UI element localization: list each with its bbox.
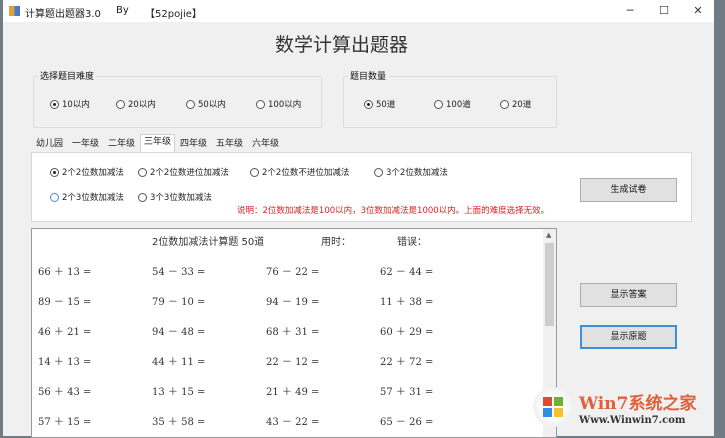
radio-label: 20以内: [128, 100, 156, 110]
count-label: 题目数量: [348, 69, 389, 82]
maximize-button[interactable]: ☐: [649, 2, 679, 20]
tab-grade[interactable]: 五年级: [213, 137, 246, 152]
problem-sheet[interactable]: 2位数加减法计算题 50道 用时： 错误： 66 ＋ 13 = 54 － 33 =…: [31, 228, 557, 438]
radio-label: 2个2位数不进位加减法: [262, 168, 350, 178]
title-bar: 计算题出题器3.0 By 【52pojie】 ─ ☐ ✕: [3, 0, 714, 22]
errors-label: 错误：: [397, 237, 427, 248]
problem-type-option[interactable]: 2个2位数进位加减法: [138, 166, 229, 178]
radio-circle-icon[interactable]: [434, 99, 443, 109]
tab-grade[interactable]: 三年级: [140, 134, 176, 152]
radio-label: 3个2位数加减法: [386, 168, 448, 178]
radio-label: 3个3位数加减法: [150, 193, 212, 203]
tab-grade[interactable]: 一年级: [69, 137, 102, 152]
problem-item: 22 － 12 =: [266, 357, 320, 368]
difficulty-option[interactable]: 10以内: [50, 98, 90, 110]
radio-label: 50道: [376, 100, 396, 110]
by-label: By: [116, 5, 129, 16]
app-icon: [9, 6, 20, 16]
problem-item: 68 ＋ 31 =: [266, 327, 320, 338]
count-option[interactable]: 20道: [500, 98, 531, 110]
radio-circle-icon[interactable]: [250, 167, 259, 177]
author-label: 【52pojie】: [145, 9, 202, 20]
problem-item: 89 － 15 =: [38, 297, 92, 308]
problem-item: 46 ＋ 21 =: [38, 327, 92, 338]
difficulty-option[interactable]: 100以内: [256, 98, 301, 110]
show-original-button[interactable]: 显示原题: [580, 325, 677, 349]
problem-type-option[interactable]: 3个2位数加减法: [374, 166, 448, 178]
sheet-title: 2位数加减法计算题 50道: [152, 237, 265, 248]
problem-type-option[interactable]: 2个3位数加减法: [50, 191, 124, 203]
radio-circle-icon[interactable]: [50, 99, 59, 109]
radio-label: 100道: [446, 100, 471, 110]
problem-item: 57 ＋ 15 =: [38, 417, 92, 428]
scrollbar-thumb[interactable]: [545, 243, 554, 326]
windows-logo-icon: [533, 387, 573, 427]
radio-circle-icon[interactable]: [364, 99, 373, 109]
minimize-button[interactable]: ─: [615, 2, 645, 20]
app-window: 计算题出题器3.0 By 【52pojie】 ─ ☐ ✕ 数学计算出题器 选择题…: [3, 0, 715, 438]
problem-item: 13 ＋ 15 =: [152, 387, 206, 398]
show-answers-button[interactable]: 显示答案: [580, 283, 677, 307]
radio-circle-icon[interactable]: [500, 99, 509, 109]
problem-item: 65 － 26 =: [380, 417, 434, 428]
radio-circle-icon[interactable]: [256, 99, 265, 109]
watermark: Win7系统之家 Www.Winwin7.com: [533, 385, 715, 435]
difficulty-option[interactable]: 20以内: [116, 98, 156, 110]
problem-item: 21 ＋ 49 =: [266, 387, 320, 398]
radio-circle-icon[interactable]: [186, 99, 195, 109]
difficulty-label: 选择题目难度: [38, 69, 97, 82]
tab-grade[interactable]: 四年级: [177, 137, 210, 152]
watermark-url: Www.Winwin7.com: [579, 415, 686, 426]
problem-type-option[interactable]: 2个2位数加减法: [50, 166, 124, 178]
radio-circle-icon[interactable]: [50, 167, 59, 177]
problem-item: 76 － 22 =: [266, 267, 320, 278]
window-title: 计算题出题器3.0: [25, 9, 101, 20]
radio-circle-icon[interactable]: [50, 192, 59, 202]
tab-grade[interactable]: 二年级: [105, 137, 138, 152]
radio-circle-icon[interactable]: [138, 192, 147, 202]
count-option[interactable]: 50道: [364, 98, 395, 110]
radio-circle-icon[interactable]: [374, 167, 383, 177]
difficulty-option[interactable]: 50以内: [186, 98, 226, 110]
problem-item: 35 ＋ 58 =: [152, 417, 206, 428]
radio-label: 2个3位数加减法: [62, 193, 124, 203]
radio-label: 2个2位数进位加减法: [150, 168, 229, 178]
radio-label: 10以内: [62, 100, 90, 110]
tab-grade[interactable]: 幼儿园: [33, 137, 66, 152]
page-title: 数学计算出题器: [275, 34, 409, 56]
count-group: 题目数量 50道 100道 20道: [343, 69, 557, 128]
problem-type-option[interactable]: 2个2位数不进位加减法: [250, 166, 349, 178]
problem-item: 11 ＋ 38 =: [380, 297, 434, 308]
problem-item: 94 － 48 =: [152, 327, 206, 338]
problem-item: 94 － 19 =: [266, 297, 320, 308]
problem-item: 54 － 33 =: [152, 267, 206, 278]
problem-item: 14 ＋ 13 =: [38, 357, 92, 368]
radio-label: 50以内: [198, 100, 226, 110]
count-option[interactable]: 100道: [434, 98, 471, 110]
problem-item: 57 ＋ 31 =: [380, 387, 434, 398]
tab-grade[interactable]: 六年级: [249, 137, 282, 152]
difficulty-group: 选择题目难度 10以内 20以内 50以内 100以内: [33, 69, 322, 128]
watermark-brand: Win7系统之家: [579, 394, 697, 414]
problem-item: 79 － 10 =: [152, 297, 206, 308]
problem-item: 62 － 44 =: [380, 267, 434, 278]
radio-circle-icon[interactable]: [116, 99, 125, 109]
radio-circle-icon[interactable]: [138, 167, 147, 177]
problem-item: 22 ＋ 72 =: [380, 357, 434, 368]
radio-label: 20道: [512, 100, 532, 110]
scroll-up-icon[interactable]: ▲: [546, 231, 551, 239]
problem-item: 66 ＋ 13 =: [38, 267, 92, 278]
problem-item: 44 ＋ 11 =: [152, 357, 206, 368]
note-text: 说明：2位数加减法是100以内，3位数加减法是1000以内。上面的难度选择无效。: [237, 206, 550, 216]
problem-item: 43 － 22 =: [266, 417, 320, 428]
close-button[interactable]: ✕: [683, 2, 713, 20]
problem-type-option[interactable]: 3个3位数加减法: [138, 191, 212, 203]
time-label: 用时：: [321, 237, 351, 248]
problem-item: 56 ＋ 43 =: [38, 387, 92, 398]
radio-label: 2个2位数加减法: [62, 168, 124, 178]
problem-item: 60 ＋ 29 =: [380, 327, 434, 338]
generate-button[interactable]: 生成试卷: [580, 178, 677, 202]
radio-label: 100以内: [268, 100, 302, 110]
